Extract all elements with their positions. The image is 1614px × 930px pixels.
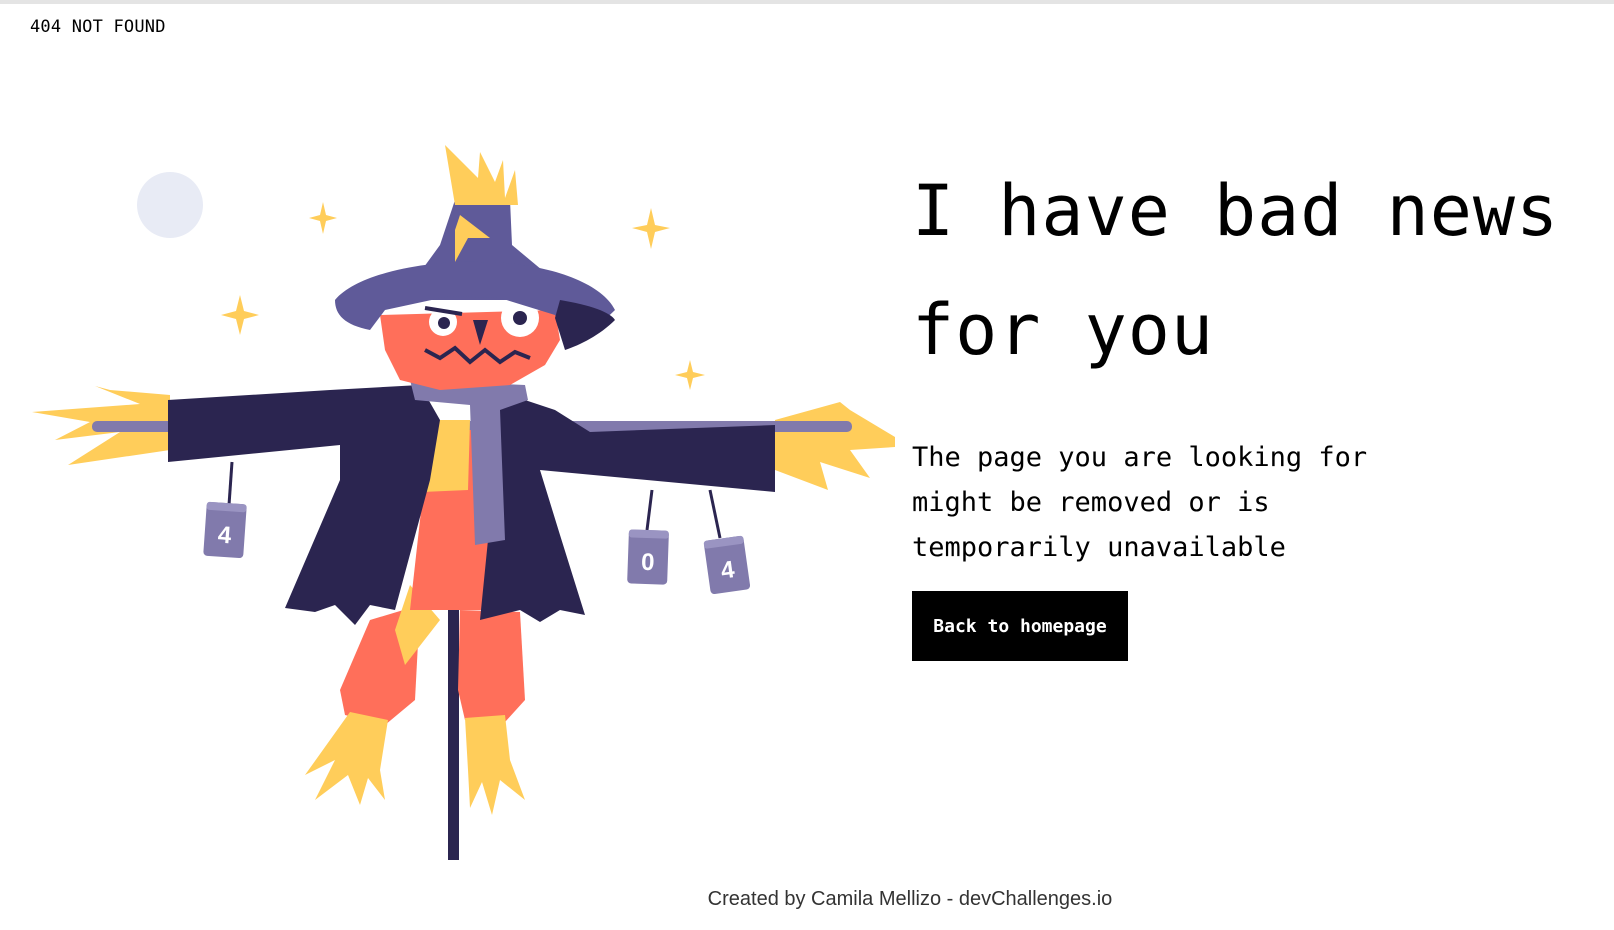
sparkle-icon	[632, 208, 670, 249]
can-label: 4	[217, 522, 233, 550]
sparkle-icon	[221, 295, 259, 335]
page-title: I have bad news for you	[912, 170, 1560, 371]
not-found-page: 404 NOT FOUND 4 0 4 I have bad news for …	[0, 0, 1614, 930]
sparkle-icon	[675, 360, 705, 390]
right-hand-straw	[775, 402, 895, 490]
moon-icon	[137, 172, 203, 238]
left-foot-straw	[305, 712, 388, 805]
scarecrow-illustration: 4 0 4	[32, 145, 895, 860]
can-0: 0	[627, 529, 669, 585]
can-4-left: 4	[203, 501, 247, 559]
right-leg	[458, 610, 525, 722]
top-border	[0, 0, 1614, 4]
logo[interactable]: 404 NOT FOUND	[30, 17, 166, 37]
can-label: 0	[641, 549, 655, 576]
sparkle-icon	[309, 202, 337, 234]
hat-straw	[445, 145, 518, 205]
can-4-right: 4	[703, 535, 751, 595]
error-description: The page you are looking for might be re…	[912, 442, 1368, 563]
right-foot-straw	[465, 715, 525, 815]
footer-credit: Created by Camila Mellizo - devChallenge…	[707, 888, 1113, 910]
back-to-homepage-button[interactable]: Back to homepage	[912, 591, 1128, 661]
